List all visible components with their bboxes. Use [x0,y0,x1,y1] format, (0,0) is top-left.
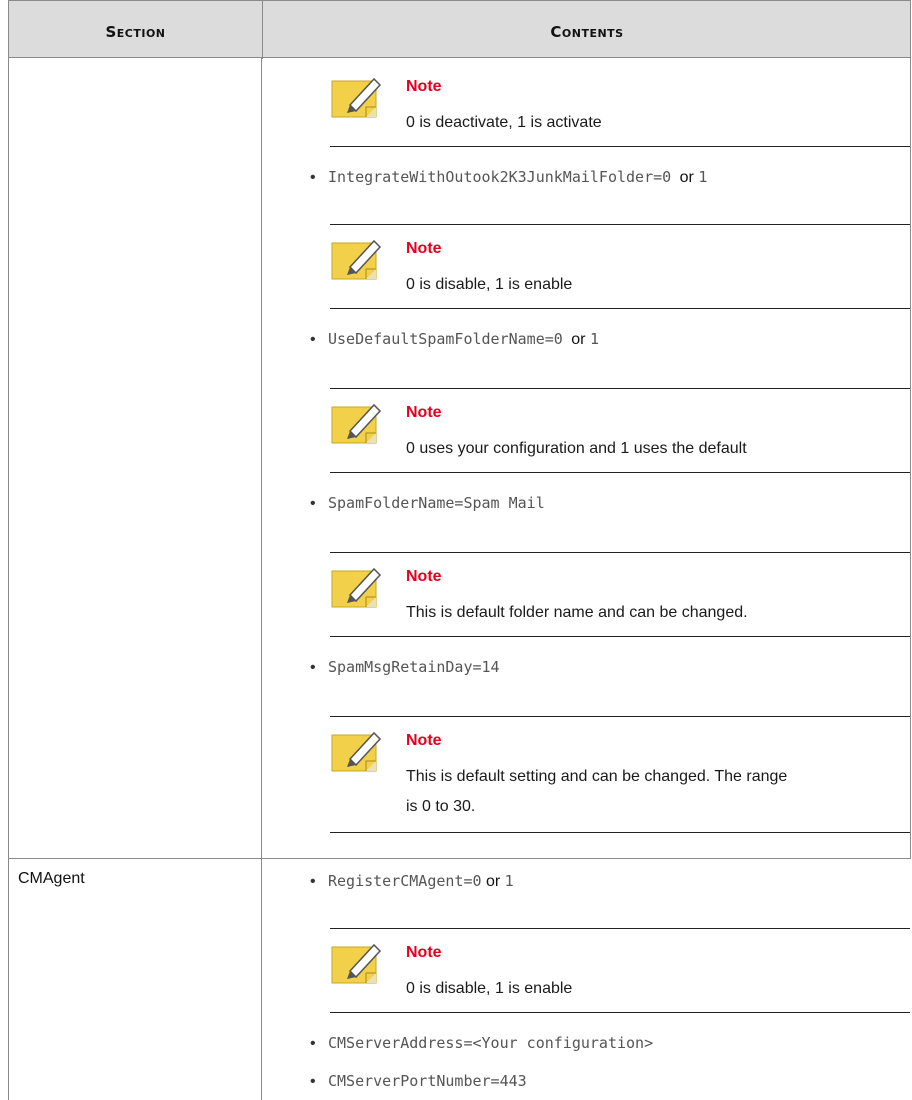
note-rule [330,1012,910,1013]
section-label: CMAgent [18,870,85,887]
note-pencil-icon [331,567,382,608]
code-text: SpamMsgRetainDay=14 [328,658,500,676]
or-text: or [571,331,586,348]
note-pencil-icon [331,239,382,280]
note-text: 0 is disable, 1 is enable [406,276,573,293]
bullet-dot: • [310,873,316,890]
note-rule [330,388,910,389]
header-section: Section [105,23,166,41]
note-rule [330,832,910,833]
note-rule [330,308,910,309]
settings-table: Section Contents Note 0 is deactivate, 1… [8,0,911,1100]
list-item: • IntegrateWithOutook2K3JunkMailFolder=0 … [310,168,707,187]
note-text: 0 uses your configuration and 1 uses the… [406,440,747,457]
code-text: SpamFolderName=Spam Mail [328,494,545,512]
bullet-dot: • [310,331,316,348]
code-text: 1 [589,330,599,348]
note-rule [330,552,910,553]
bullet-dot: • [310,1073,316,1090]
note-title: Note [406,568,442,585]
note-rule [330,224,910,225]
note-rule [330,636,910,637]
note-rule [330,928,910,929]
row-separator [8,858,911,859]
note-rule [330,472,910,473]
bullet-dot: • [310,169,316,186]
note-text: This is default setting and can be chang… [406,768,788,785]
bullet-dot: • [310,1035,316,1052]
list-item: • SpamMsgRetainDay=14 [310,658,500,677]
note-title: Note [406,404,442,421]
code-text: CMServerAddress=<Your configuration> [328,1034,654,1052]
code-text: CMServerPortNumber=443 [328,1072,527,1090]
note-pencil-icon [331,943,382,984]
bullet-dot: • [310,495,316,512]
code-text: 1 [698,168,708,186]
code-text: RegisterCMAgent=0 [328,872,482,890]
column-divider [261,58,262,1100]
note-pencil-icon [331,403,382,444]
note-title: Note [406,944,442,961]
left-border [8,58,9,1100]
note-text: This is default folder name and can be c… [406,604,748,621]
note-rule [330,716,910,717]
note-text: 0 is deactivate, 1 is activate [406,114,602,131]
table-header: Section Contents [8,0,911,59]
note-pencil-icon [331,77,382,118]
list-item: • CMServerAddress=<Your configuration> [310,1034,653,1053]
right-border [910,58,911,858]
list-item: • UseDefaultSpamFolderName=0 or 1 [310,330,599,349]
note-title: Note [406,240,442,257]
bullet-dot: • [310,659,316,676]
or-text: or [679,169,694,186]
note-text: 0 is disable, 1 is enable [406,980,573,997]
code-text: 1 [504,872,514,890]
note-text: is 0 to 30. [406,798,476,815]
note-title: Note [406,78,442,95]
code-text: IntegrateWithOutook2K3JunkMailFolder=0 [328,168,672,186]
or-text: or [485,873,501,890]
list-item: • CMServerPortNumber=443 [310,1072,527,1091]
note-pencil-icon [331,731,382,772]
list-item: • SpamFolderName=Spam Mail [310,494,545,513]
code-text: UseDefaultSpamFolderName=0 [328,330,563,348]
note-rule [330,146,910,147]
header-contents: Contents [550,23,624,41]
list-item: • RegisterCMAgent=0 or 1 [310,872,514,891]
note-title: Note [406,732,442,749]
